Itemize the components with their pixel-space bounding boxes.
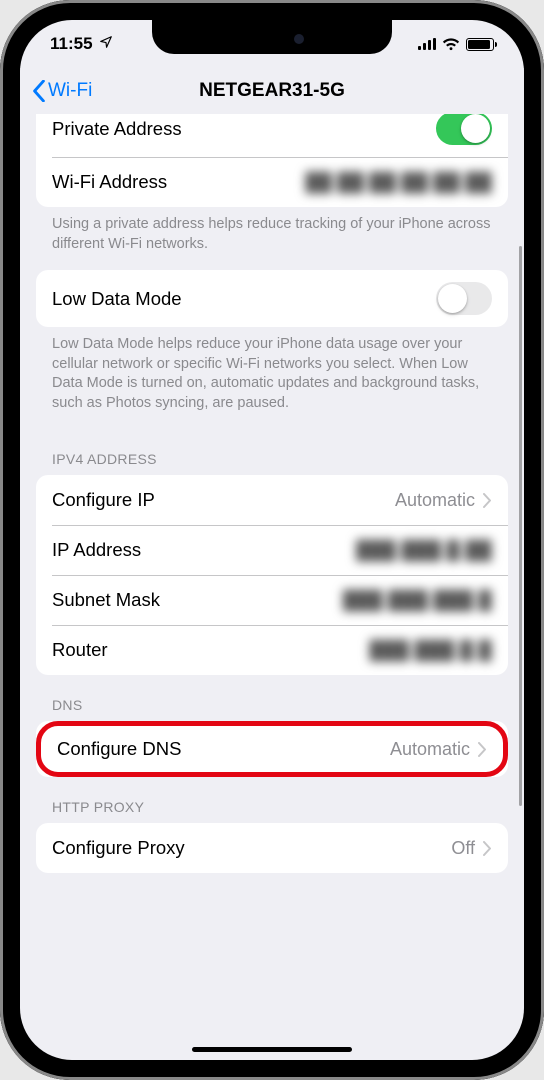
notch xyxy=(152,20,392,54)
proxy-group: Configure Proxy Off xyxy=(36,823,508,873)
ip-address-row: IP Address ███.███.█.██ xyxy=(36,525,508,575)
ipv4-group: Configure IP Automatic IP Address ███.██… xyxy=(36,475,508,675)
ipv4-header: IPV4 ADDRESS xyxy=(20,429,524,475)
nav-bar: Wi-Fi NETGEAR31-5G xyxy=(20,68,524,114)
dns-header: DNS xyxy=(20,675,524,721)
back-button[interactable]: Wi-Fi xyxy=(32,68,92,113)
dns-group: Configure DNS Automatic xyxy=(36,721,508,777)
phone-frame: 11:55 Wi-Fi NETGEAR31-5G xyxy=(0,0,544,1080)
location-icon xyxy=(99,34,113,54)
router-value: ███.███.█.█ xyxy=(369,640,492,661)
low-data-mode-label: Low Data Mode xyxy=(52,288,182,310)
wifi-address-value: ██:██:██:██:██:██ xyxy=(305,172,492,193)
home-indicator[interactable] xyxy=(192,1047,352,1052)
configure-ip-row[interactable]: Configure IP Automatic xyxy=(36,475,508,525)
configure-proxy-row[interactable]: Configure Proxy Off xyxy=(36,823,508,873)
wifi-address-label: Wi-Fi Address xyxy=(52,171,167,193)
scroll-indicator[interactable] xyxy=(519,246,523,806)
screen: 11:55 Wi-Fi NETGEAR31-5G xyxy=(20,20,524,1060)
router-row: Router ███.███.█.█ xyxy=(36,625,508,675)
low-data-mode-row[interactable]: Low Data Mode xyxy=(36,270,508,327)
ip-address-label: IP Address xyxy=(52,539,141,561)
low-data-mode-toggle[interactable] xyxy=(436,282,492,315)
low-data-footer: Low Data Mode helps reduce your iPhone d… xyxy=(20,327,524,429)
status-time: 11:55 xyxy=(50,34,93,54)
page-title: NETGEAR31-5G xyxy=(199,80,345,102)
chevron-right-icon xyxy=(483,841,492,856)
private-address-footer: Using a private address helps reduce tra… xyxy=(20,207,524,270)
back-label: Wi-Fi xyxy=(48,80,92,102)
configure-dns-value: Automatic xyxy=(390,739,470,760)
private-address-label: Private Address xyxy=(52,118,182,140)
router-label: Router xyxy=(52,639,108,661)
battery-icon xyxy=(466,38,494,51)
http-proxy-header: HTTP PROXY xyxy=(20,777,524,823)
wifi-icon xyxy=(442,38,460,51)
subnet-mask-label: Subnet Mask xyxy=(52,589,160,611)
privacy-group: Private Address Wi-Fi Address ██:██:██:█… xyxy=(36,114,508,207)
content-scroll[interactable]: Private Address Wi-Fi Address ██:██:██:█… xyxy=(20,114,524,1060)
configure-ip-value: Automatic xyxy=(395,490,475,511)
low-data-group: Low Data Mode xyxy=(36,270,508,327)
ip-address-value: ███.███.█.██ xyxy=(356,540,492,561)
configure-ip-label: Configure IP xyxy=(52,489,155,511)
chevron-right-icon xyxy=(483,493,492,508)
cellular-icon xyxy=(418,38,436,50)
subnet-mask-value: ███.███.███.█ xyxy=(343,590,492,611)
configure-dns-row[interactable]: Configure DNS Automatic xyxy=(36,721,508,777)
chevron-left-icon xyxy=(32,80,46,102)
chevron-right-icon xyxy=(478,742,487,757)
private-address-toggle[interactable] xyxy=(436,114,492,145)
configure-proxy-value: Off xyxy=(451,838,475,859)
private-address-row[interactable]: Private Address xyxy=(36,114,508,157)
subnet-mask-row: Subnet Mask ███.███.███.█ xyxy=(36,575,508,625)
configure-dns-label: Configure DNS xyxy=(57,738,181,760)
wifi-address-row: Wi-Fi Address ██:██:██:██:██:██ xyxy=(36,157,508,207)
configure-proxy-label: Configure Proxy xyxy=(52,837,185,859)
